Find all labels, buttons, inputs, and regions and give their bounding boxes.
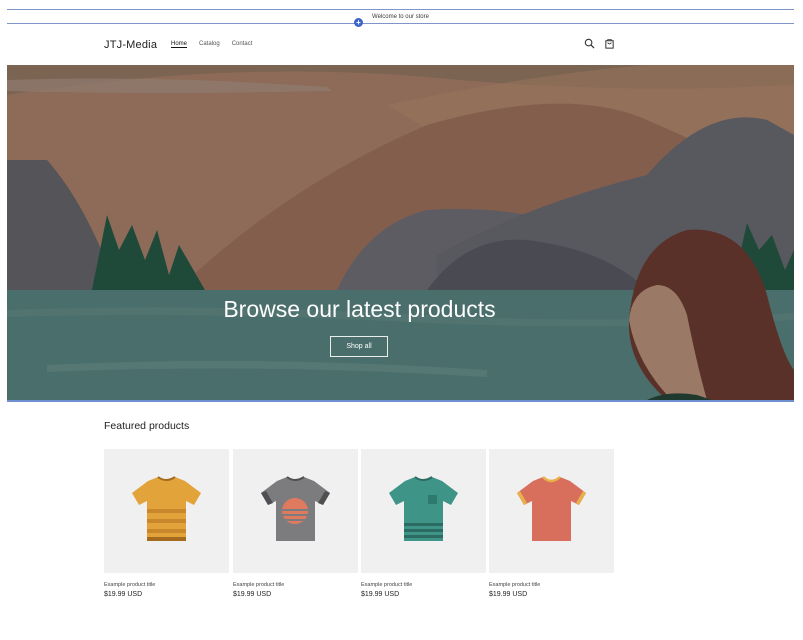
announcement-text: Welcome to our store xyxy=(372,13,429,20)
hero-illustration xyxy=(7,65,794,400)
product-price: $19.99 USD xyxy=(361,591,400,598)
product-card[interactable]: Example product title $19.99 USD xyxy=(233,449,358,598)
shop-all-button[interactable]: Shop all xyxy=(330,336,388,357)
product-card[interactable]: Example product title $19.99 USD xyxy=(361,449,486,598)
nav-catalog[interactable]: Catalog xyxy=(199,41,220,47)
nav-contact[interactable]: Contact xyxy=(232,41,253,47)
tshirt-coral-icon xyxy=(517,476,586,541)
product-price: $19.99 USD xyxy=(233,591,272,598)
tshirt-gray-sunset-icon xyxy=(261,476,330,541)
nav-home[interactable]: Home xyxy=(171,41,187,47)
product-title[interactable]: Example product title xyxy=(489,582,614,588)
featured-products-title: Featured products xyxy=(104,420,190,432)
product-image[interactable] xyxy=(361,449,486,573)
product-card[interactable]: Example product title $19.99 USD xyxy=(489,449,614,598)
tshirt-teal-icon xyxy=(389,476,458,541)
product-title[interactable]: Example product title xyxy=(104,582,229,588)
product-card[interactable]: Example product title $19.99 USD xyxy=(104,449,229,598)
product-price: $19.99 USD xyxy=(489,591,528,598)
main-nav: Home Catalog Contact xyxy=(171,41,252,47)
product-price: $19.99 USD xyxy=(104,591,143,598)
product-title[interactable]: Example product title xyxy=(361,582,486,588)
product-image[interactable] xyxy=(233,449,358,573)
hero-banner: Browse our latest products Shop all xyxy=(7,65,794,402)
site-logo[interactable]: JTJ-Media xyxy=(104,39,157,51)
product-image[interactable] xyxy=(104,449,229,573)
site-header: JTJ-Media Home Catalog Contact xyxy=(0,26,803,64)
hero-title: Browse our latest products xyxy=(223,296,496,322)
search-icon[interactable] xyxy=(584,38,595,49)
product-title[interactable]: Example product title xyxy=(233,582,358,588)
announcement-bar: Welcome to our store xyxy=(7,9,794,24)
product-image[interactable] xyxy=(489,449,614,573)
tshirt-yellow-striped-icon xyxy=(132,476,201,541)
cart-icon[interactable] xyxy=(604,38,615,49)
